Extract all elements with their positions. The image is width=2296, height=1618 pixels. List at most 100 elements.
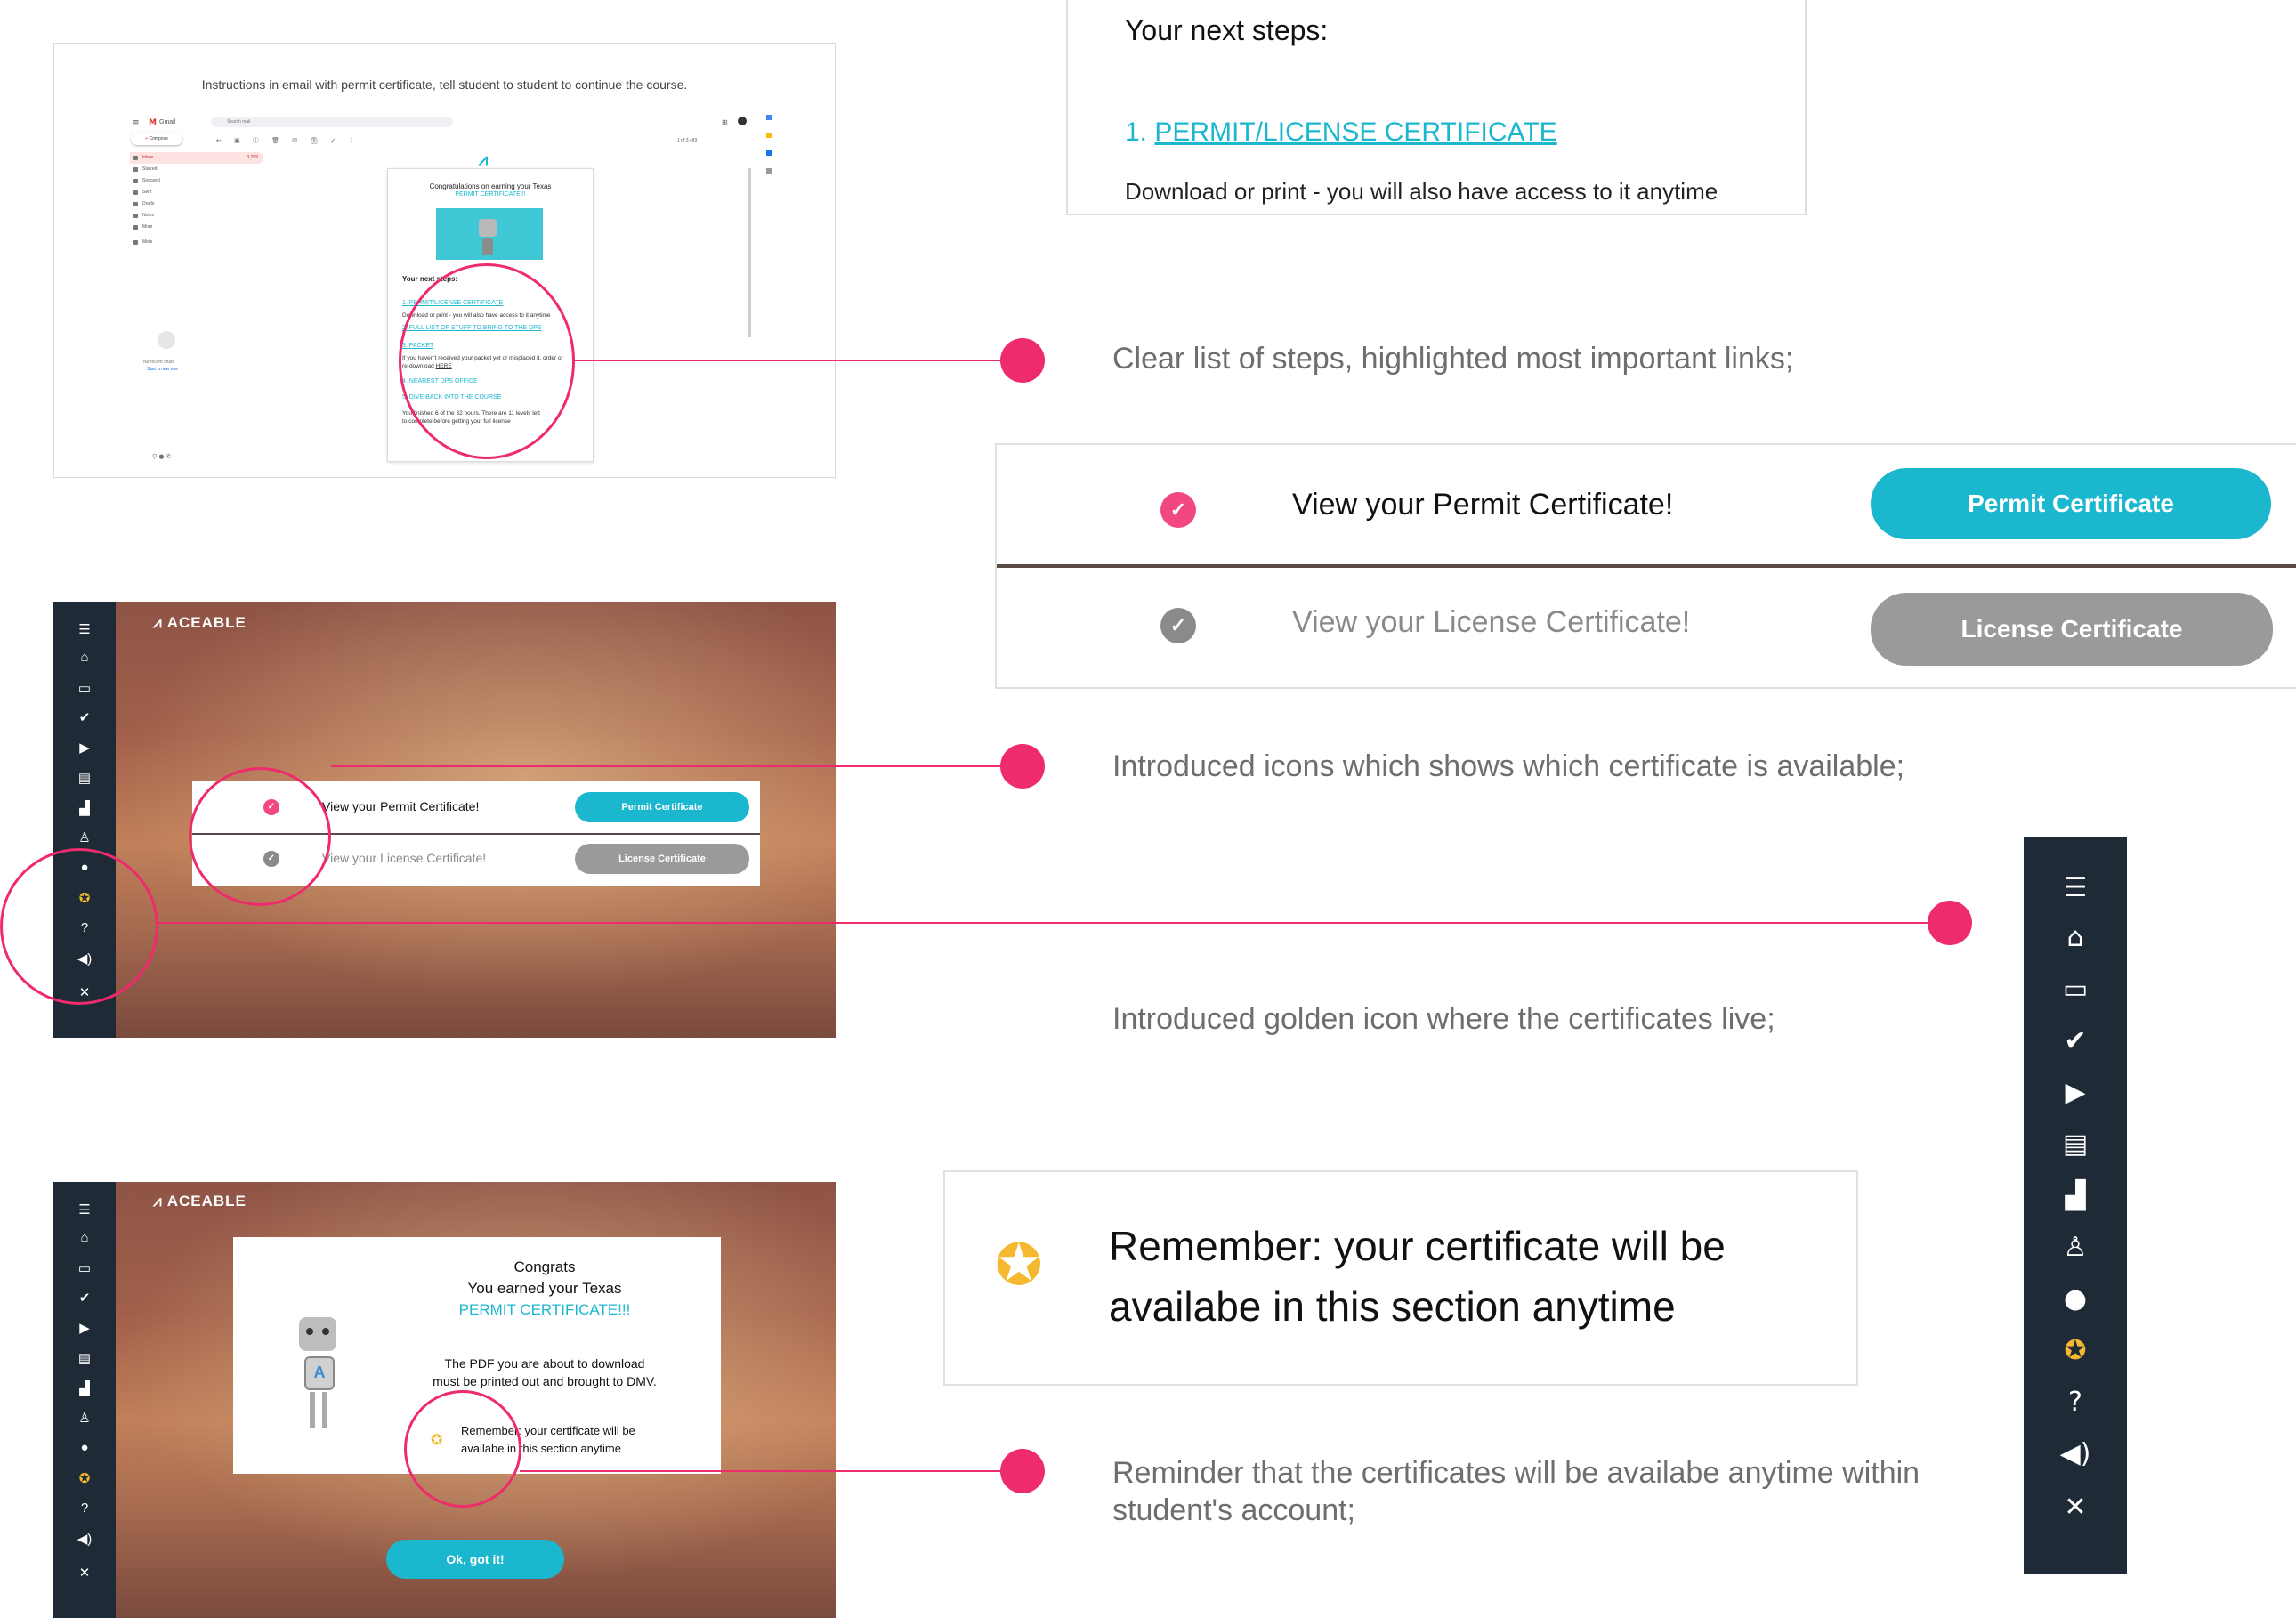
- sidebar-item-snoozed[interactable]: Snoozed: [130, 175, 263, 187]
- sidebar-item-meta[interactable]: Meta: [130, 237, 263, 248]
- connector-line-3: [157, 922, 1059, 924]
- snippet-step1-link[interactable]: 1. PERMIT/LICENSE CERTIFICATE: [1125, 117, 1557, 148]
- play-icon[interactable]: ▶: [53, 740, 116, 756]
- modal-pdf-line1: The PDF you are about to download: [444, 1356, 645, 1371]
- modal-congrats: Congrats: [513, 1258, 576, 1275]
- email-congrats: Congratulations on earning your Texas: [429, 182, 552, 190]
- sidebar-item-sent[interactable]: Sent: [130, 187, 263, 198]
- volume-icon[interactable]: ◀): [2024, 1438, 2127, 1469]
- driver-icon[interactable]: ♙: [53, 1410, 116, 1426]
- permit-certificate-button[interactable]: Permit Certificate: [1871, 468, 2271, 539]
- annotation-1: Clear list of steps, highlighted most im…: [1112, 342, 1794, 376]
- home-icon[interactable]: ⌂: [53, 650, 116, 665]
- certificate-ribbon-icon: ✪: [995, 1233, 1043, 1297]
- apps-icon[interactable]: ⊞: [722, 118, 728, 126]
- check-circle-icon[interactable]: ✔: [53, 1290, 116, 1306]
- close-icon[interactable]: ✕: [53, 1565, 116, 1581]
- sidebar-item-more[interactable]: More: [130, 222, 263, 233]
- home-icon[interactable]: ⌂: [53, 1230, 116, 1245]
- scrollbar[interactable]: [748, 168, 751, 337]
- robot-illustration: A: [287, 1317, 349, 1433]
- chat-avatar-icon: [158, 331, 175, 349]
- play-icon[interactable]: ▶: [53, 1320, 116, 1336]
- sidebar-item-notes[interactable]: Notes: [130, 210, 263, 222]
- aceable-logo-icon: ⩘: [153, 1193, 163, 1209]
- remember-line1: Remember: your certificate will be: [1109, 1223, 1726, 1269]
- connector-line-4: [520, 1470, 1023, 1472]
- highlight-ring-gold-icon: [0, 848, 158, 1005]
- side-panel-icons: [766, 115, 773, 311]
- annotation-dot-4: [1000, 1449, 1045, 1493]
- annotation-3: Introduced golden icon where the certifi…: [1112, 1002, 1775, 1036]
- check-circle-icon[interactable]: ✔: [2024, 1025, 2127, 1056]
- remember-line2: availabe in this section anytime: [1109, 1283, 1676, 1330]
- sidebar-item-starred[interactable]: Starred: [130, 164, 263, 175]
- permit-certificate-button[interactable]: Permit Certificate: [575, 792, 749, 822]
- volume-icon[interactable]: ◀): [53, 1531, 116, 1547]
- certificate-icon[interactable]: ✪: [2024, 1335, 2127, 1366]
- permit-label: View your Permit Certificate!: [1292, 488, 1674, 522]
- menu-icon[interactable]: ☰: [2024, 872, 2127, 903]
- aceable-logo: ⩘ ACEABLE: [153, 614, 247, 631]
- license-certificate-button[interactable]: License Certificate: [1871, 593, 2273, 666]
- play-icon[interactable]: ▶: [2024, 1077, 2127, 1108]
- certificates-snippet: ✓ View your Permit Certificate! Permit C…: [995, 443, 2296, 689]
- menu-icon[interactable]: ☰: [53, 1201, 116, 1218]
- annotation-dot-1: [1000, 338, 1045, 383]
- home-icon[interactable]: ⌂: [2024, 922, 2127, 953]
- snippet-step1-desc: Download or print - you will also have a…: [1125, 178, 1718, 205]
- gmail-sidebar: Inbox 3,299 Starred Snoozed Sent Drafts N…: [130, 115, 263, 248]
- help-icon[interactable]: ?: [53, 1501, 116, 1516]
- menu-icon[interactable]: ☰: [53, 621, 116, 637]
- annotation-dot-3: [1928, 901, 1972, 945]
- modal-permit: PERMIT CERTIFICATE!!!: [458, 1301, 631, 1318]
- mail-toolbar: ← ▣ ⓘ 🗑 ✉ ⏲ ✓ ⋮: [216, 137, 360, 144]
- driver-icon[interactable]: ♙: [53, 829, 116, 845]
- connector-line-1: [574, 360, 1023, 361]
- certificate-icon[interactable]: ✪: [53, 1470, 116, 1486]
- check-circle-icon[interactable]: ✔: [53, 709, 116, 725]
- license-check-icon: ✓: [1160, 608, 1196, 643]
- user-icon[interactable]: ●: [53, 1440, 116, 1455]
- ok-got-it-button[interactable]: Ok, got it!: [386, 1540, 564, 1579]
- highlight-ring-checks: [189, 767, 331, 906]
- license-label: View your License Certificate!: [322, 851, 487, 865]
- license-label: View your License Certificate!: [1292, 605, 1691, 639]
- email-permit-title: PERMIT CERTIFICATE!!!: [455, 191, 526, 198]
- chart-icon[interactable]: ▟: [53, 1380, 116, 1396]
- help-icon[interactable]: ?: [2024, 1387, 2127, 1418]
- connector-line-3b: [1059, 922, 1931, 924]
- chart-icon[interactable]: ▟: [2024, 1180, 2127, 1211]
- card-icon[interactable]: ▭: [53, 680, 116, 696]
- aceable-logo: ⩘ ACEABLE: [153, 1193, 247, 1209]
- side-nav: ☰ ⌂ ▭ ✔ ▶ ▤ ▟ ♙ ● ✪ ? ◀) ✕: [53, 1182, 116, 1618]
- close-icon[interactable]: ✕: [2024, 1492, 2127, 1523]
- license-certificate-button[interactable]: License Certificate: [575, 844, 749, 874]
- book-icon[interactable]: ▤: [2024, 1129, 2127, 1160]
- connector-line-2: [331, 765, 1023, 767]
- permit-available-check-icon: ✓: [1160, 492, 1196, 528]
- pagination: 1 of 3,489: [677, 138, 698, 143]
- user-icon[interactable]: ●: [2024, 1283, 2127, 1315]
- avatar[interactable]: [738, 117, 747, 125]
- highlight-ring-email: [399, 263, 575, 459]
- aceable-logo-icon: ⩘: [153, 614, 163, 631]
- book-icon[interactable]: ▤: [53, 770, 116, 786]
- driver-icon[interactable]: ♙: [2024, 1232, 2127, 1263]
- inbox-count: 3,299: [247, 155, 258, 160]
- email-caption: Instructions in email with permit certif…: [201, 77, 688, 92]
- sidebar-item-drafts[interactable]: Drafts: [130, 198, 263, 210]
- book-icon[interactable]: ▤: [53, 1350, 116, 1366]
- side-nav-enlarged: ☰ ⌂ ▭ ✔ ▶ ▤ ▟ ♙ ● ✪ ? ◀) ✕: [2024, 837, 2127, 1574]
- start-chat-link[interactable]: Start a new one: [147, 367, 178, 372]
- annotation-4: Reminder that the certificates will be a…: [1112, 1456, 1920, 1527]
- robot-celebration-image: [436, 208, 543, 260]
- chart-icon[interactable]: ▟: [53, 800, 116, 816]
- app-screenshot-certs: ☰ ⌂ ▭ ✔ ▶ ▤ ▟ ♙ ● ✪ ? ◀) ✕ ⩘ ACEABLE ✓ V…: [53, 602, 836, 1038]
- modal-pdf-line2: must be printed out and brought to DMV.: [433, 1374, 657, 1388]
- annotation-dot-2: [1000, 744, 1045, 789]
- sidebar-item-inbox[interactable]: Inbox 3,299: [130, 152, 263, 164]
- card-icon[interactable]: ▭: [53, 1260, 116, 1276]
- card-icon[interactable]: ▭: [2024, 974, 2127, 1005]
- remember-snippet: ✪ Remember: your certificate will be ava…: [943, 1170, 1858, 1386]
